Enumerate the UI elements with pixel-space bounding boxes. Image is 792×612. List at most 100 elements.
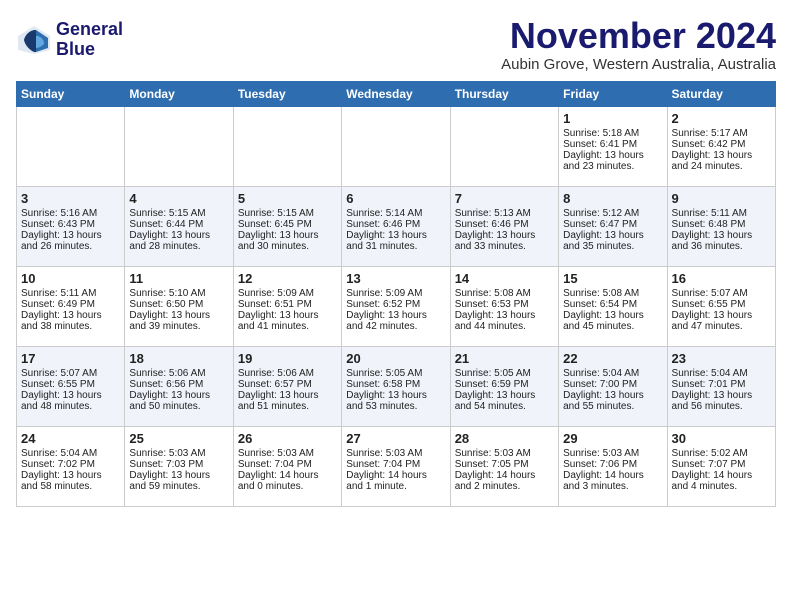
calendar-cell: 3Sunrise: 5:16 AMSunset: 6:43 PMDaylight… <box>17 186 125 266</box>
day-info: Sunrise: 5:08 AM <box>455 288 554 299</box>
day-info: Daylight: 13 hours <box>129 470 228 481</box>
day-info: Daylight: 13 hours <box>129 390 228 401</box>
calendar-cell: 2Sunrise: 5:17 AMSunset: 6:42 PMDaylight… <box>667 106 775 186</box>
day-info: Sunset: 6:55 PM <box>672 299 771 310</box>
logo-icon <box>16 22 52 58</box>
day-info: Daylight: 13 hours <box>672 310 771 321</box>
day-info: and 38 minutes. <box>21 321 120 332</box>
day-info: Sunset: 6:52 PM <box>346 299 445 310</box>
day-number: 2 <box>672 111 771 126</box>
day-number: 18 <box>129 351 228 366</box>
day-info: Daylight: 13 hours <box>21 230 120 241</box>
calendar-cell: 8Sunrise: 5:12 AMSunset: 6:47 PMDaylight… <box>559 186 667 266</box>
day-info: Sunset: 6:51 PM <box>238 299 337 310</box>
day-info: Sunset: 6:59 PM <box>455 379 554 390</box>
day-info: Daylight: 13 hours <box>563 390 662 401</box>
day-info: and 24 minutes. <box>672 161 771 172</box>
calendar-cell: 14Sunrise: 5:08 AMSunset: 6:53 PMDayligh… <box>450 266 558 346</box>
day-info: Daylight: 13 hours <box>238 230 337 241</box>
day-info: and 53 minutes. <box>346 401 445 412</box>
day-info: Sunset: 6:47 PM <box>563 219 662 230</box>
day-info: Sunrise: 5:14 AM <box>346 208 445 219</box>
day-number: 5 <box>238 191 337 206</box>
day-info: and 30 minutes. <box>238 241 337 252</box>
day-header-wednesday: Wednesday <box>342 81 450 106</box>
calendar-cell: 27Sunrise: 5:03 AMSunset: 7:04 PMDayligh… <box>342 426 450 506</box>
calendar-cell: 9Sunrise: 5:11 AMSunset: 6:48 PMDaylight… <box>667 186 775 266</box>
calendar-cell: 18Sunrise: 5:06 AMSunset: 6:56 PMDayligh… <box>125 346 233 426</box>
day-info: Daylight: 13 hours <box>563 230 662 241</box>
day-info: Sunset: 6:46 PM <box>455 219 554 230</box>
day-info: Sunrise: 5:17 AM <box>672 128 771 139</box>
day-header-tuesday: Tuesday <box>233 81 341 106</box>
day-info: Sunset: 6:58 PM <box>346 379 445 390</box>
day-info: Sunset: 6:49 PM <box>21 299 120 310</box>
day-info: and 1 minute. <box>346 481 445 492</box>
day-number: 29 <box>563 431 662 446</box>
day-info: Sunrise: 5:09 AM <box>346 288 445 299</box>
day-number: 27 <box>346 431 445 446</box>
day-info: Daylight: 14 hours <box>346 470 445 481</box>
day-info: and 50 minutes. <box>129 401 228 412</box>
calendar-cell <box>450 106 558 186</box>
week-row-4: 17Sunrise: 5:07 AMSunset: 6:55 PMDayligh… <box>17 346 776 426</box>
day-info: Sunrise: 5:05 AM <box>455 368 554 379</box>
day-number: 25 <box>129 431 228 446</box>
day-info: Daylight: 13 hours <box>563 310 662 321</box>
day-number: 8 <box>563 191 662 206</box>
day-info: Sunset: 6:53 PM <box>455 299 554 310</box>
day-info: Sunset: 6:54 PM <box>563 299 662 310</box>
day-header-monday: Monday <box>125 81 233 106</box>
day-info: Daylight: 14 hours <box>672 470 771 481</box>
day-info: Sunrise: 5:18 AM <box>563 128 662 139</box>
day-info: and 39 minutes. <box>129 321 228 332</box>
day-number: 30 <box>672 431 771 446</box>
day-info: Sunset: 7:06 PM <box>563 459 662 470</box>
day-info: Sunset: 6:50 PM <box>129 299 228 310</box>
calendar-cell: 4Sunrise: 5:15 AMSunset: 6:44 PMDaylight… <box>125 186 233 266</box>
calendar-cell: 13Sunrise: 5:09 AMSunset: 6:52 PMDayligh… <box>342 266 450 346</box>
calendar-cell: 12Sunrise: 5:09 AMSunset: 6:51 PMDayligh… <box>233 266 341 346</box>
day-info: Sunset: 6:42 PM <box>672 139 771 150</box>
day-info: Daylight: 13 hours <box>455 390 554 401</box>
day-info: and 33 minutes. <box>455 241 554 252</box>
day-info: Daylight: 13 hours <box>346 230 445 241</box>
calendar-cell: 1Sunrise: 5:18 AMSunset: 6:41 PMDaylight… <box>559 106 667 186</box>
day-info: Sunrise: 5:06 AM <box>238 368 337 379</box>
day-info: and 47 minutes. <box>672 321 771 332</box>
day-info: Sunset: 6:46 PM <box>346 219 445 230</box>
day-info: and 31 minutes. <box>346 241 445 252</box>
day-info: and 56 minutes. <box>672 401 771 412</box>
week-row-3: 10Sunrise: 5:11 AMSunset: 6:49 PMDayligh… <box>17 266 776 346</box>
calendar-cell: 19Sunrise: 5:06 AMSunset: 6:57 PMDayligh… <box>233 346 341 426</box>
day-info: Sunset: 7:01 PM <box>672 379 771 390</box>
calendar-cell: 22Sunrise: 5:04 AMSunset: 7:00 PMDayligh… <box>559 346 667 426</box>
day-number: 6 <box>346 191 445 206</box>
day-info: Sunset: 6:44 PM <box>129 219 228 230</box>
day-info: and 4 minutes. <box>672 481 771 492</box>
day-info: and 3 minutes. <box>563 481 662 492</box>
day-info: Sunset: 6:56 PM <box>129 379 228 390</box>
day-number: 14 <box>455 271 554 286</box>
calendar-cell: 15Sunrise: 5:08 AMSunset: 6:54 PMDayligh… <box>559 266 667 346</box>
day-number: 19 <box>238 351 337 366</box>
day-number: 16 <box>672 271 771 286</box>
day-info: Sunrise: 5:03 AM <box>238 448 337 459</box>
calendar-cell <box>233 106 341 186</box>
day-info: Sunrise: 5:11 AM <box>672 208 771 219</box>
day-info: Daylight: 13 hours <box>21 310 120 321</box>
day-info: and 58 minutes. <box>21 481 120 492</box>
day-info: and 55 minutes. <box>563 401 662 412</box>
day-info: Daylight: 13 hours <box>455 230 554 241</box>
day-header-thursday: Thursday <box>450 81 558 106</box>
day-info: and 26 minutes. <box>21 241 120 252</box>
logo-line2: Blue <box>56 40 123 60</box>
day-info: Daylight: 13 hours <box>563 150 662 161</box>
calendar-cell: 17Sunrise: 5:07 AMSunset: 6:55 PMDayligh… <box>17 346 125 426</box>
calendar-cell: 30Sunrise: 5:02 AMSunset: 7:07 PMDayligh… <box>667 426 775 506</box>
day-number: 12 <box>238 271 337 286</box>
day-info: Sunset: 7:03 PM <box>129 459 228 470</box>
day-info: Sunrise: 5:04 AM <box>563 368 662 379</box>
day-info: and 59 minutes. <box>129 481 228 492</box>
day-header-saturday: Saturday <box>667 81 775 106</box>
